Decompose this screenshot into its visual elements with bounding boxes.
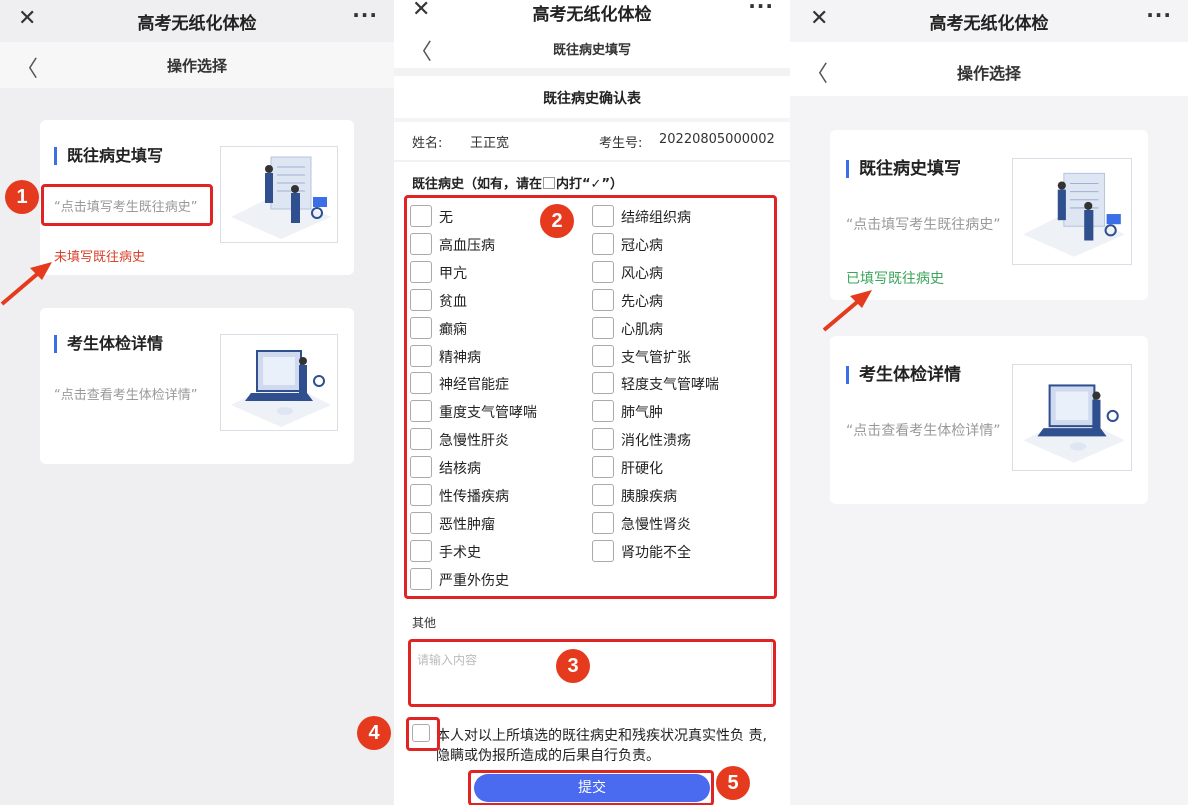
divider: [394, 118, 790, 122]
annotation-badge: 1: [5, 180, 39, 214]
annotation-arrow-icon: [822, 290, 872, 332]
annotation-box: [404, 195, 777, 599]
annotation-box: [468, 770, 714, 805]
illustration-image: [1012, 364, 1132, 471]
status-not-filled: 未填写既往病史: [54, 250, 146, 265]
more-icon[interactable]: ···: [748, 0, 774, 18]
panel-operation-select-before: ✕ 高考无纸化体检 ··· 〈 操作选择 既往病史填写 “点击填写考生既往病史”…: [0, 0, 394, 805]
card-heading: 既往病史填写: [846, 160, 961, 178]
nav-bar: 〈 既往病史填写: [394, 24, 790, 68]
page-title: 操作选择: [166, 57, 227, 75]
name-label: 姓名:: [412, 136, 443, 151]
panel-operation-select-after: ✕ 高考无纸化体检 ··· 〈 操作选择 既往病史填写 “点击填写考生既往病史”…: [790, 0, 1188, 805]
divider: [394, 160, 790, 162]
app-title-bar: ✕ 高考无纸化体检 ···: [394, 0, 790, 25]
nav-bar: 〈 操作选择: [790, 42, 1188, 96]
annotation-box: [406, 717, 440, 751]
card-hint: “点击查看考生体检详情”: [846, 423, 1001, 439]
more-icon[interactable]: ···: [1146, 3, 1172, 27]
other-label: 其他: [412, 616, 437, 630]
divider: [394, 68, 790, 76]
form-title: 既往病史确认表: [543, 91, 641, 107]
name-value: 王正宽: [470, 136, 510, 151]
app-title-bar: ✕ 高考无纸化体检 ···: [790, 0, 1188, 42]
annotation-badge: 2: [540, 204, 574, 238]
inline-checkbox-sample: [543, 177, 556, 189]
annotation-badge: 4: [357, 716, 391, 750]
more-icon[interactable]: ···: [352, 3, 378, 27]
exam-number-label: 考生号:: [599, 136, 643, 151]
card-hint: “点击查看考生体检详情”: [54, 388, 198, 403]
nav-bar: 〈 操作选择: [0, 42, 394, 88]
illustration-image: [220, 146, 338, 243]
app-title-bar: ✕ 高考无纸化体检 ···: [0, 0, 394, 42]
agreement-text: 本人对以上所填选的既往病史和残疾状况真实性负 责,隐瞒或伪报所造成的后果自行负责…: [436, 728, 767, 764]
app-title: 高考无纸化体检: [137, 14, 257, 34]
card-hint: “点击填写考生既往病史”: [846, 217, 1001, 233]
history-instruction-post: 内打“✓”）: [556, 177, 623, 192]
annotation-badge: 3: [556, 649, 590, 683]
exam-details-card[interactable]: 考生体检详情 “点击查看考生体检详情”: [830, 336, 1148, 504]
app-title: 高考无纸化体检: [532, 5, 652, 25]
panel-medical-history-form: ✕ 高考无纸化体检 ··· 〈 既往病史填写 既往病史确认表 姓名: 王正宽 考…: [394, 0, 790, 805]
exam-number-value: 20220805000002: [659, 132, 775, 147]
card-heading: 既往病史填写: [54, 147, 163, 165]
annotation-arrow-icon: [0, 262, 52, 306]
medical-history-card[interactable]: 既往病史填写 “点击填写考生既往病史” 已填写既往病史: [830, 130, 1148, 300]
annotation-box: [408, 639, 776, 707]
annotation-badge: 5: [716, 766, 750, 800]
page-title: 操作选择: [956, 64, 1021, 83]
history-instruction: 既往病史（如有，请在 内打“✓”）: [412, 173, 623, 192]
illustration-image: [220, 334, 338, 431]
card-heading: 考生体检详情: [54, 335, 163, 353]
exam-details-card[interactable]: 考生体检详情 “点击查看考生体检详情”: [40, 308, 354, 464]
card-heading: 考生体检详情: [846, 366, 961, 384]
page-title: 既往病史填写: [552, 43, 631, 58]
illustration-image: [1012, 158, 1132, 265]
app-title: 高考无纸化体检: [929, 14, 1049, 34]
history-instruction-pre: 既往病史（如有，请在: [412, 177, 543, 192]
annotation-box: [41, 184, 213, 226]
